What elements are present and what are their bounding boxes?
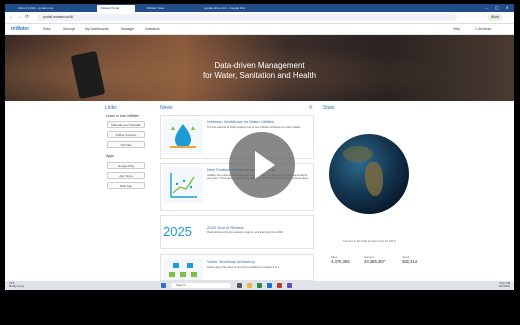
- courses-button[interactable]: Online Courses: [107, 131, 145, 138]
- reload-icon[interactable]: ⟳: [25, 14, 29, 20]
- taskbar-search[interactable]: Search: [171, 283, 231, 288]
- search-icon[interactable]: ⚲: [309, 105, 313, 111]
- taskbar: 79°F Mostly sunny Search 11:07 AM 1/27/2…: [5, 281, 514, 290]
- weather-widget[interactable]: 79°F Mostly sunny: [9, 282, 24, 288]
- browser-tab[interactable]: google.drive.com - Google Driv: [201, 5, 261, 12]
- back-icon[interactable]: ←: [9, 14, 14, 20]
- chrome-icon[interactable]: [257, 283, 262, 288]
- site-navbar: mWater Sites Surveys My Dashboards Manag…: [5, 24, 514, 35]
- stats-heading: Stats: [323, 105, 335, 111]
- youtube-button[interactable]: YouTube: [107, 141, 145, 148]
- web-app-button[interactable]: Web App: [107, 182, 145, 189]
- screen: Inbox (1,193) - [email protected] mWater…: [5, 4, 514, 290]
- clock-date: 1/27/2026: [498, 285, 510, 289]
- taskbar-clock[interactable]: 11:07 AM 1/27/2026: [498, 282, 510, 289]
- apps-heading: Apps: [106, 154, 114, 158]
- hero-title-line2: for Water, Sanitation and Health: [202, 71, 317, 80]
- hero-title: Data-driven Management for Water, Sanita…: [5, 61, 514, 81]
- news-year-badge: 2025: [163, 224, 192, 239]
- task-view-icon[interactable]: [237, 283, 242, 288]
- browser-tab-strip: Inbox (1,193) - [email protected] mWater…: [5, 4, 514, 12]
- weather-desc: Mostly sunny: [9, 285, 25, 289]
- learn-heading: Learn to Use mWater: [106, 114, 140, 118]
- stat-value-surveys: 43,355,487: [364, 259, 385, 264]
- help-link[interactable]: Help: [453, 27, 460, 31]
- news-heading: News: [160, 105, 173, 111]
- news-text: Read all about the key features, project…: [207, 231, 284, 234]
- forward-icon[interactable]: →: [17, 14, 22, 20]
- stats-globe[interactable]: [329, 134, 409, 214]
- google-play-button[interactable]: Google Play: [107, 162, 145, 169]
- site-logo[interactable]: mWater: [11, 26, 29, 32]
- app-icon[interactable]: [277, 283, 282, 288]
- news-thumbnail: [163, 167, 203, 203]
- edge-icon[interactable]: [267, 283, 272, 288]
- news-text: Follow along this video to see how a wor…: [207, 266, 280, 269]
- profile-button[interactable]: Work: [487, 14, 502, 21]
- hero-banner: Data-driven Management for Water, Sanita…: [5, 35, 514, 101]
- nav-item-surveys[interactable]: Surveys: [63, 27, 75, 31]
- window-controls[interactable]: – ▢ ✕: [485, 4, 512, 12]
- nav-item-manager[interactable]: Manager: [121, 27, 134, 31]
- nav-item-indicators[interactable]: Indicators: [145, 27, 160, 31]
- user-menu[interactable]: 1 Universe: [475, 27, 491, 31]
- browser-tab-active[interactable]: mWater Portal: [97, 5, 135, 12]
- news-thumbnail: [163, 258, 203, 280]
- news-title[interactable]: Webinar: Workflows for Water Utilities: [207, 119, 274, 124]
- news-title[interactable]: 2025 Year in Review: [207, 225, 243, 230]
- stat-value-users: 382,214: [402, 259, 418, 264]
- stats-caption: Surveys in the Past 24 Hours (14:07 GMT): [343, 239, 396, 243]
- file-explorer-icon[interactable]: [247, 283, 252, 288]
- play-icon[interactable]: [229, 132, 295, 198]
- news-item[interactable]: 2025 2025 Year in Review Read all about …: [160, 215, 314, 249]
- news-thumbnail: [163, 119, 203, 155]
- app-store-button[interactable]: App Store: [107, 172, 145, 179]
- news-title[interactable]: Video: Workflow Workshop: [207, 259, 255, 264]
- news-text: The first webinar of 2025 explains how t…: [207, 126, 302, 129]
- address-bar: ← → ⟳ portal.mwater.co/#/ Work: [5, 12, 514, 24]
- manuals-button[interactable]: Manuals and Tutorials: [107, 121, 145, 128]
- browser-tab[interactable]: Inbox (1,193) - [email protected]: [15, 5, 53, 12]
- url-field[interactable]: portal.mwater.co/#/: [37, 14, 457, 21]
- stat-value-sites: 4,470,363: [331, 259, 350, 264]
- links-heading: Links: [105, 105, 117, 111]
- nav-item-sites[interactable]: Sites: [43, 27, 51, 31]
- news-item[interactable]: Video: Workflow Workshop Follow along th…: [160, 254, 314, 281]
- start-icon[interactable]: [161, 283, 166, 288]
- hero-title-line1: Data-driven Management: [214, 61, 305, 70]
- browser-tab[interactable]: mWater Sites: [143, 5, 181, 12]
- nav-item-dashboards[interactable]: My Dashboards: [85, 27, 109, 31]
- teams-icon[interactable]: [287, 283, 292, 288]
